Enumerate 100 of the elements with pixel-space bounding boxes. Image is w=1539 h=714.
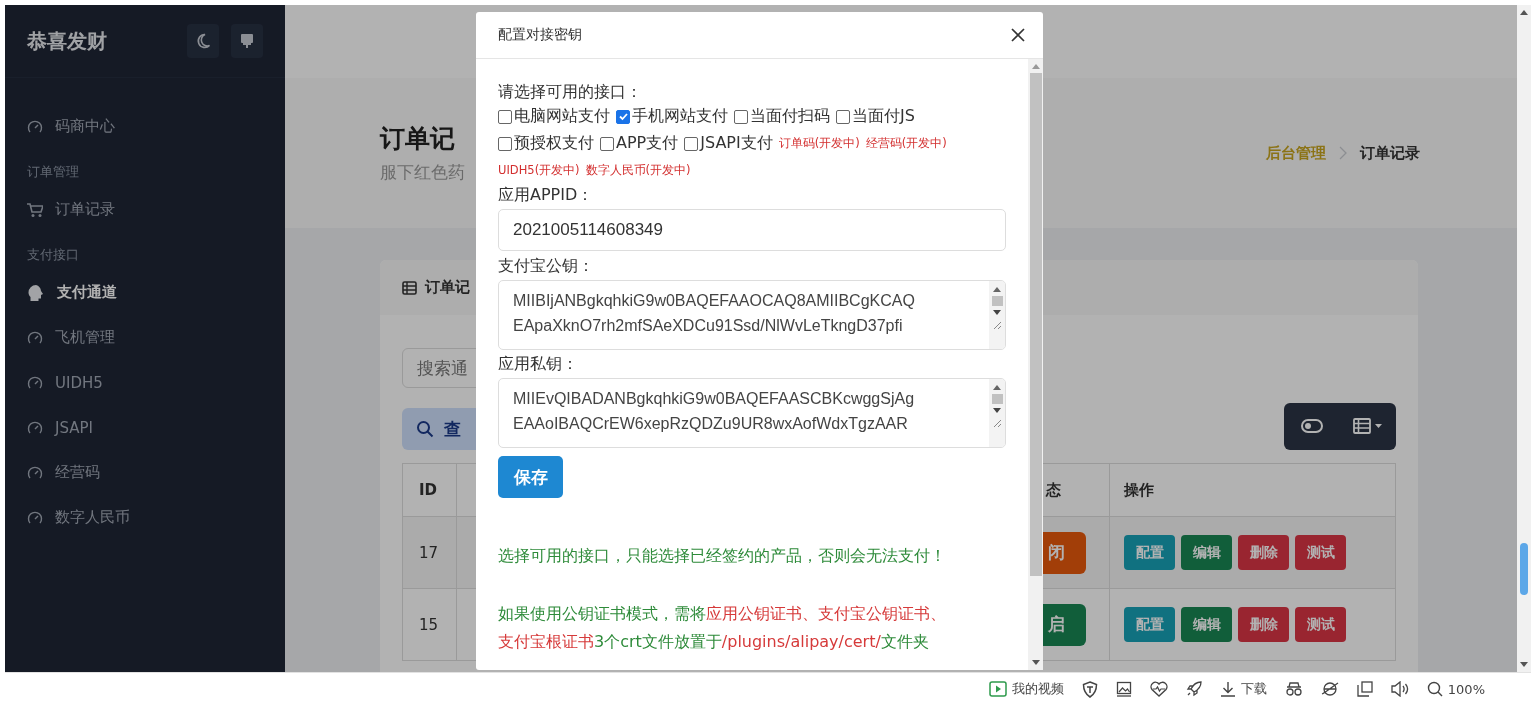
- menu-item[interactable]: 支付通道: [5, 270, 285, 315]
- action-button[interactable]: 编辑: [1181, 535, 1232, 570]
- page-title: 订单记: [380, 123, 456, 155]
- field-label: 应用APPID：: [498, 184, 595, 206]
- field-label: 请选择可用的接口：: [498, 81, 643, 103]
- gauge-icon: [27, 118, 43, 135]
- column-header: 态: [1046, 480, 1061, 500]
- menu-section-title: 支付接口: [26, 246, 80, 264]
- dev-note: 数字人民币(开发中): [585, 163, 691, 178]
- head-icon: [27, 283, 45, 302]
- checkbox-label: 预授权支付: [514, 133, 594, 154]
- brand-name: 恭喜发财: [27, 27, 108, 55]
- gauge-icon: [27, 419, 43, 436]
- checkbox[interactable]: [684, 136, 699, 151]
- dark-mode-button[interactable]: [187, 24, 219, 58]
- scroll-up-icon[interactable]: [1520, 9, 1528, 15]
- scroll-down-icon: [993, 408, 1001, 414]
- status-bar-button[interactable]: 我的视频: [982, 680, 1070, 698]
- checkbox-label: APP支付: [616, 133, 679, 154]
- toggle-icon: [1301, 419, 1323, 433]
- gauge-icon: [27, 374, 43, 391]
- zoom-icon: [1426, 681, 1443, 697]
- save-button[interactable]: 保存: [498, 456, 563, 498]
- scroll-thumb[interactable]: [991, 296, 1003, 306]
- help-text: 如果使用公钥证书模式，需将应用公钥证书、支付宝公钥证书、 支付宝根证书3个crt文件放置于/plugins/alipay/cert/文件夹: [498, 603, 947, 653]
- browser-icon: [1320, 681, 1339, 697]
- menu-item[interactable]: 码商中心: [5, 104, 285, 149]
- page-subtitle: 服下红色药: [380, 161, 465, 184]
- checkbox[interactable]: [836, 109, 850, 124]
- chevron-icon: [1338, 145, 1348, 161]
- checkbox[interactable]: [600, 136, 614, 151]
- scrollbar[interactable]: [1028, 59, 1043, 670]
- key-textarea[interactable]: MIIBIjANBgkqhkiG9w0BAQEFAAOCAQ8AMIIBCgKCAQ EApaXknO7rh2mfSAeXDCu91Ssd/NlWvLeTkngD37pfi: [498, 280, 1006, 350]
- scroll-up-icon: [993, 384, 1001, 390]
- download-icon: [1219, 681, 1236, 697]
- menu-item[interactable]: 数字人民币: [5, 495, 285, 540]
- search-icon: [416, 420, 434, 438]
- field-label: 支付宝公钥：: [498, 255, 595, 277]
- menu-item[interactable]: 经营码: [5, 450, 285, 495]
- checkbox[interactable]: [498, 136, 512, 151]
- columns-icon: [1353, 418, 1383, 434]
- scroll-thumb[interactable]: [1029, 73, 1042, 576]
- checkbox[interactable]: [616, 109, 630, 124]
- close-button[interactable]: [1011, 28, 1025, 42]
- checkbox[interactable]: [734, 109, 748, 124]
- scroll-thumb[interactable]: [1520, 543, 1528, 595]
- action-button[interactable]: 测试: [1295, 607, 1346, 642]
- table-cell: 17: [419, 543, 439, 562]
- menu-item[interactable]: JSAPI: [5, 405, 285, 450]
- dev-note: UIDH5(开发中): [498, 163, 580, 178]
- status-bar-button[interactable]: 下载: [1213, 680, 1273, 698]
- action-button[interactable]: 编辑: [1181, 607, 1232, 642]
- action-button[interactable]: 删除: [1238, 535, 1289, 570]
- speaker-icon: [1390, 681, 1409, 697]
- modal-title: 配置对接密钥: [498, 26, 582, 44]
- menu-item[interactable]: 订单记录: [5, 187, 285, 232]
- scrollbar[interactable]: [1517, 5, 1531, 672]
- appid-field[interactable]: 2021005114608349: [498, 209, 1006, 251]
- checkbox-label: JSAPI支付: [700, 133, 773, 154]
- gauge-icon: [27, 464, 43, 481]
- table-icon: [402, 280, 417, 295]
- help-text: 选择可用的接口，只能选择已经签约的产品，否则会无法支付！: [498, 545, 947, 567]
- moon-icon: [195, 33, 211, 49]
- checkbox-label: 电脑网站支付: [514, 106, 610, 127]
- image-icon: [1115, 681, 1132, 697]
- shield-icon: [1081, 680, 1098, 698]
- plug-button[interactable]: [231, 24, 263, 58]
- scroll-down-icon[interactable]: [1520, 662, 1528, 668]
- checkbox[interactable]: [498, 109, 512, 124]
- scroll-thumb[interactable]: [991, 394, 1003, 404]
- table-cell: 15: [419, 615, 439, 634]
- menu-section-title: 订单管理: [26, 163, 80, 181]
- scroll-down-icon: [993, 310, 1001, 316]
- checkbox-label: 手机网站支付: [632, 106, 728, 127]
- window-icon: [1356, 681, 1373, 697]
- breadcrumb-item[interactable]: 后台管理: [1266, 143, 1326, 163]
- column-header: 操作: [1124, 480, 1154, 500]
- menu-item[interactable]: UIDH5: [5, 360, 285, 405]
- column-header: ID: [419, 481, 438, 499]
- gauge-icon: [27, 509, 43, 526]
- status-bar-button[interactable]: 100%: [1420, 681, 1491, 697]
- action-button[interactable]: 配置: [1124, 535, 1175, 570]
- breadcrumb-item: 订单记录: [1360, 143, 1420, 163]
- action-button[interactable]: 配置: [1124, 607, 1175, 642]
- dev-note: 订单码(开发中): [778, 136, 860, 151]
- close-icon: [1011, 28, 1025, 42]
- cart-icon: [27, 201, 43, 218]
- action-button[interactable]: 删除: [1238, 607, 1289, 642]
- heart-icon: [1149, 681, 1168, 697]
- action-button[interactable]: 测试: [1295, 535, 1346, 570]
- key-textarea[interactable]: MIIEvQIBADANBgkqhkiG9w0BAQEFAASCBKcwggSjAg EAAoIBAQCrEW6xepRzQDZu9UR8wxAofWdxTgzAAR: [498, 378, 1006, 448]
- scroll-down-icon[interactable]: [1031, 660, 1040, 666]
- gauge-icon: [27, 329, 43, 346]
- menu-item[interactable]: 飞机管理: [5, 315, 285, 360]
- rocket-icon: [1185, 681, 1202, 697]
- glasses-icon: [1284, 681, 1303, 697]
- checkbox-label: 当面付扫码: [750, 106, 830, 127]
- scroll-up-icon: [993, 286, 1001, 292]
- dev-note: 经营码(开发中): [865, 136, 947, 151]
- plug-icon: [240, 33, 254, 49]
